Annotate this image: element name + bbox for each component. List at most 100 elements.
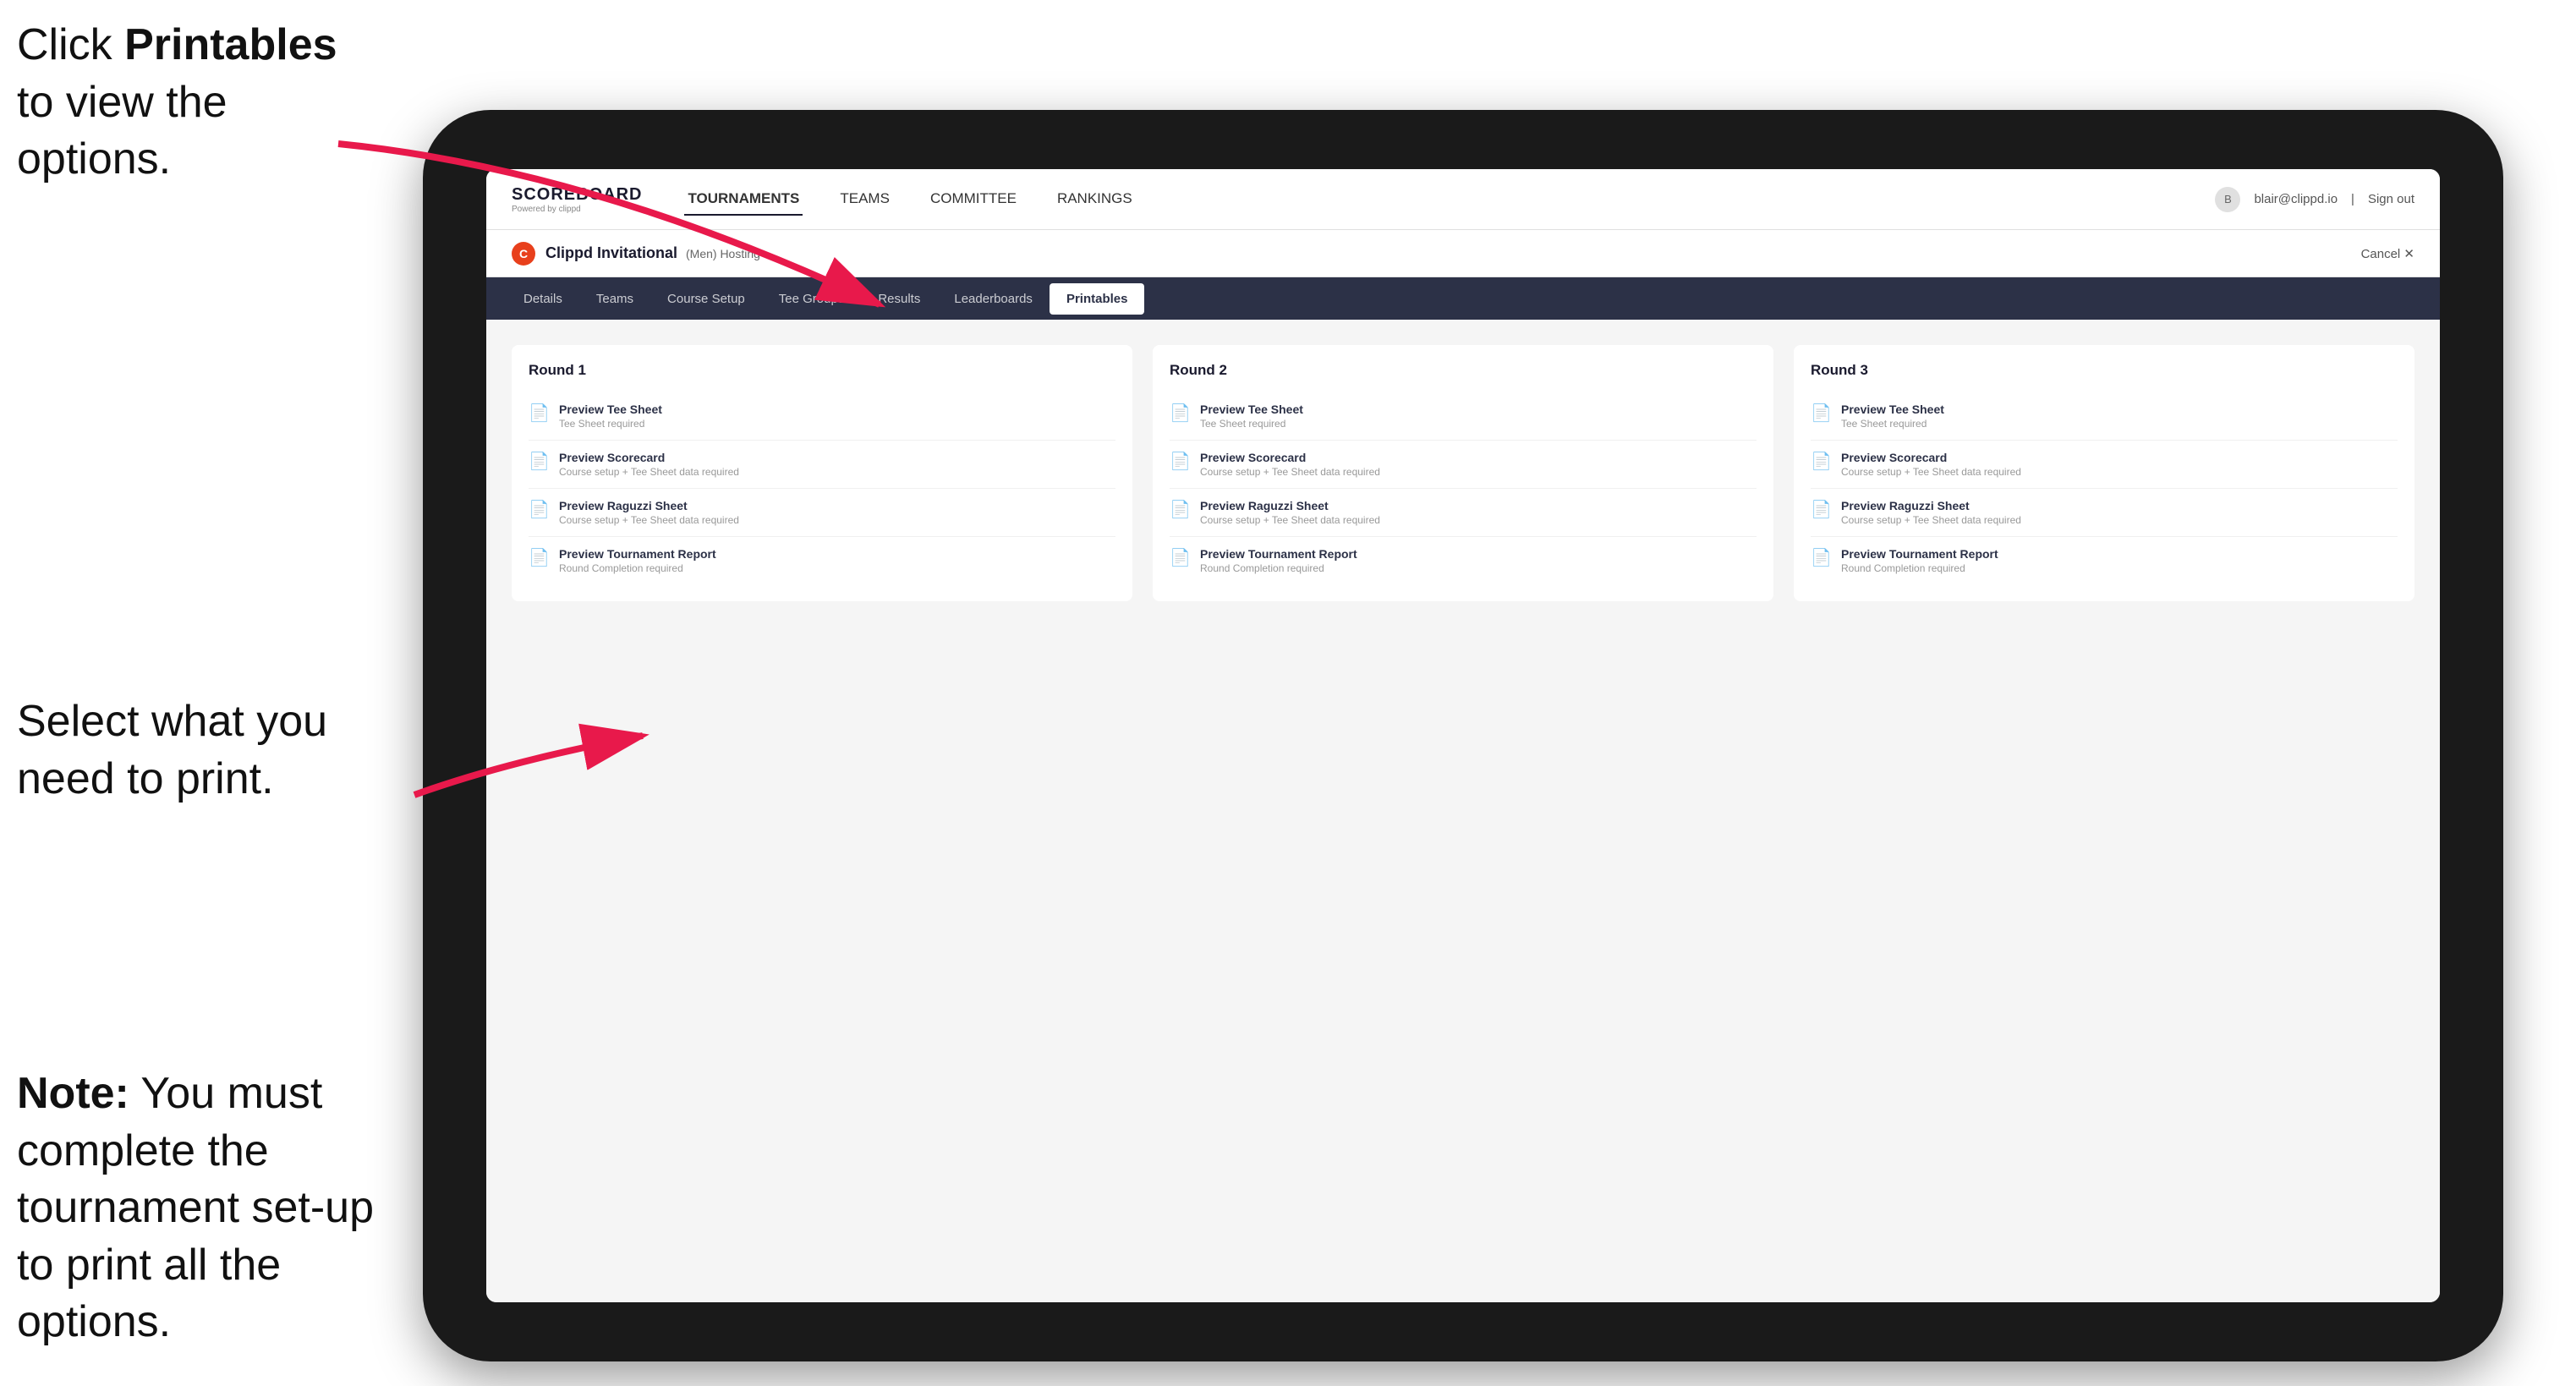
print-item-text-2-1: Preview Tee Sheet Tee Sheet required: [1200, 403, 1303, 430]
print-item-text-1-2: Preview Scorecard Course setup + Tee Shee…: [559, 451, 739, 478]
print-item-sub-3-3: Course setup + Tee Sheet data required: [1841, 514, 2021, 526]
tab-course-setup[interactable]: Course Setup: [650, 283, 762, 315]
print-item-title-3-4: Preview Tournament Report: [1841, 547, 1998, 561]
print-item-text-3-3: Preview Raguzzi SheetCourse setup + Tee …: [1841, 499, 2021, 526]
print-item-sub-1-2: Course setup + Tee Sheet data required: [559, 466, 739, 478]
print-item-title-2-3: Preview Raguzzi Sheet: [1200, 499, 1380, 512]
print-item-text-2-3: Preview Raguzzi Sheet Course setup + Tee …: [1200, 499, 1380, 526]
print-item-sub-2-2: Course setup + Tee Sheet data required: [1200, 466, 1380, 478]
document-icon-2-2: 📄: [1170, 451, 1190, 474]
print-item-title-2-2: Preview Scorecard: [1200, 451, 1380, 464]
scoreboard-logo: SCOREBOARD Powered by clippd: [512, 185, 642, 214]
document-icon-1-3: 📄: [529, 499, 549, 523]
tournament-name: Clippd Invitational: [545, 244, 677, 262]
print-item-sub-1-1: Tee Sheet required: [559, 418, 662, 430]
round-title-2: Round 2: [1170, 362, 1757, 379]
rounds-grid: Round 1 📄 Preview Tee Sheet Tee Sheet requi…: [512, 345, 2414, 601]
annotation-top-bold: Printables: [124, 20, 337, 69]
nav-link-teams[interactable]: TEAMS: [836, 184, 893, 216]
annotation-top: Click Printables to view the options.: [17, 17, 338, 189]
main-content: Round 1 📄 Preview Tee Sheet Tee Sheet requi…: [486, 320, 2440, 1302]
print-item-2-2[interactable]: 📄 Preview Scorecard Course setup + Tee She…: [1170, 441, 1757, 489]
print-item-1-1[interactable]: 📄 Preview Tee Sheet Tee Sheet required: [529, 392, 1115, 441]
print-item-text-1-4: Preview Tournament ReportRound Completio…: [559, 547, 716, 574]
print-item-text-1-1: Preview Tee Sheet Tee Sheet required: [559, 403, 662, 430]
annotation-middle: Select what you need to print.: [17, 693, 338, 808]
document-icon-3-1: 📄: [1811, 403, 1831, 426]
document-icon-2-4: 📄: [1170, 547, 1190, 571]
tablet-frame: SCOREBOARD Powered by clippd TOURNAMENTS…: [423, 110, 2503, 1361]
print-item-title-3-1: Preview Tee Sheet: [1841, 403, 1944, 416]
document-icon-2-3: 📄: [1170, 499, 1190, 523]
document-icon-1-4: 📄: [529, 547, 549, 571]
print-item-text-1-3: Preview Raguzzi Sheet Course setup + Tee …: [559, 499, 739, 526]
print-item-sub-2-3: Course setup + Tee Sheet data required: [1200, 514, 1380, 526]
document-icon-3-4: 📄: [1811, 547, 1831, 571]
round-section-1: Round 1 📄 Preview Tee Sheet Tee Sheet requi…: [512, 345, 1132, 601]
print-item-title-3-2: Preview Scorecard: [1841, 451, 2021, 464]
print-item-3-2[interactable]: 📄 Preview Scorecard Course setup + Tee She…: [1811, 441, 2398, 489]
print-item-title-2-4: Preview Tournament Report: [1200, 547, 1357, 561]
print-item-sub-3-4: Round Completion required: [1841, 562, 1998, 574]
document-icon-3-3: 📄: [1811, 499, 1831, 523]
cancel-button[interactable]: Cancel ✕: [2361, 246, 2414, 261]
print-item-3-3[interactable]: 📄 Preview Raguzzi SheetCourse setup + Tee…: [1811, 489, 2398, 537]
print-item-sub-2-1: Tee Sheet required: [1200, 418, 1303, 430]
print-item-sub-3-2: Course setup + Tee Sheet data required: [1841, 466, 2021, 478]
document-icon-1-1: 📄: [529, 403, 549, 426]
round-section-2: Round 2 📄 Preview Tee Sheet Tee Sheet requi…: [1153, 345, 1773, 601]
tablet-screen: SCOREBOARD Powered by clippd TOURNAMENTS…: [486, 169, 2440, 1302]
nav-link-committee[interactable]: COMMITTEE: [927, 184, 1020, 216]
annotation-bottom: Note: You must complete the tournament s…: [17, 1066, 389, 1351]
print-item-1-4[interactable]: 📄 Preview Tournament ReportRound Completi…: [529, 537, 1115, 584]
tab-tee-groups[interactable]: Tee Groups: [762, 283, 862, 315]
print-item-2-1[interactable]: 📄 Preview Tee Sheet Tee Sheet required: [1170, 392, 1757, 441]
logo-title: SCOREBOARD: [512, 185, 642, 205]
top-nav: SCOREBOARD Powered by clippd TOURNAMENTS…: [486, 169, 2440, 230]
sign-out-link[interactable]: Sign out: [2368, 192, 2414, 206]
user-email: blair@clippd.io: [2254, 192, 2338, 206]
print-item-3-4[interactable]: 📄 Preview Tournament ReportRound Completi…: [1811, 537, 2398, 584]
tabs-bar: Details Teams Course Setup Tee Groups Re…: [486, 277, 2440, 320]
document-icon-3-2: 📄: [1811, 451, 1831, 474]
print-item-title-1-4: Preview Tournament Report: [559, 547, 716, 561]
user-avatar: B: [2215, 187, 2240, 212]
nav-link-tournaments[interactable]: TOURNAMENTS: [684, 184, 803, 216]
tab-printables[interactable]: Printables: [1050, 283, 1145, 315]
print-item-sub-1-3: Course setup + Tee Sheet data required: [559, 514, 739, 526]
round-title-1: Round 1: [529, 362, 1115, 379]
tab-results[interactable]: Results: [861, 283, 937, 315]
logo-subtitle: Powered by clippd: [512, 205, 642, 214]
round-title-3: Round 3: [1811, 362, 2398, 379]
round-section-3: Round 3 📄 Preview Tee Sheet Tee Sheet requi…: [1794, 345, 2414, 601]
print-item-2-4[interactable]: 📄 Preview Tournament ReportRound Completi…: [1170, 537, 1757, 584]
print-item-title-1-1: Preview Tee Sheet: [559, 403, 662, 416]
print-item-title-2-1: Preview Tee Sheet: [1200, 403, 1303, 416]
document-icon-2-1: 📄: [1170, 403, 1190, 426]
separator: |: [2351, 192, 2354, 206]
print-item-text-2-2: Preview Scorecard Course setup + Tee Shee…: [1200, 451, 1380, 478]
tab-leaderboards[interactable]: Leaderboards: [937, 283, 1050, 315]
top-nav-links: TOURNAMENTS TEAMS COMMITTEE RANKINGS: [684, 184, 2215, 216]
print-item-sub-2-4: Round Completion required: [1200, 562, 1357, 574]
print-item-title-1-3: Preview Raguzzi Sheet: [559, 499, 739, 512]
document-icon-1-2: 📄: [529, 451, 549, 474]
tab-teams[interactable]: Teams: [579, 283, 650, 315]
tab-details[interactable]: Details: [507, 283, 579, 315]
nav-link-rankings[interactable]: RANKINGS: [1054, 184, 1136, 216]
print-item-text-3-1: Preview Tee Sheet Tee Sheet required: [1841, 403, 1944, 430]
annotation-top-prefix: Click: [17, 20, 124, 69]
print-item-title-1-2: Preview Scorecard: [559, 451, 739, 464]
print-item-2-3[interactable]: 📄 Preview Raguzzi Sheet Course setup + Tee…: [1170, 489, 1757, 537]
print-item-text-3-4: Preview Tournament ReportRound Completio…: [1841, 547, 1998, 574]
print-item-sub-3-1: Tee Sheet required: [1841, 418, 1944, 430]
top-nav-right: B blair@clippd.io | Sign out: [2215, 187, 2414, 212]
sub-header: C Clippd Invitational (Men) Hosting Canc…: [486, 230, 2440, 277]
annotation-top-suffix: to view the options.: [17, 78, 227, 184]
print-item-3-1[interactable]: 📄 Preview Tee Sheet Tee Sheet required: [1811, 392, 2398, 441]
tournament-icon: C: [512, 242, 535, 266]
annotation-middle-text: Select what you need to print.: [17, 697, 327, 803]
print-item-1-2[interactable]: 📄 Preview Scorecard Course setup + Tee She…: [529, 441, 1115, 489]
annotation-bottom-bold: Note:: [17, 1069, 129, 1118]
print-item-1-3[interactable]: 📄 Preview Raguzzi Sheet Course setup + Tee…: [529, 489, 1115, 537]
